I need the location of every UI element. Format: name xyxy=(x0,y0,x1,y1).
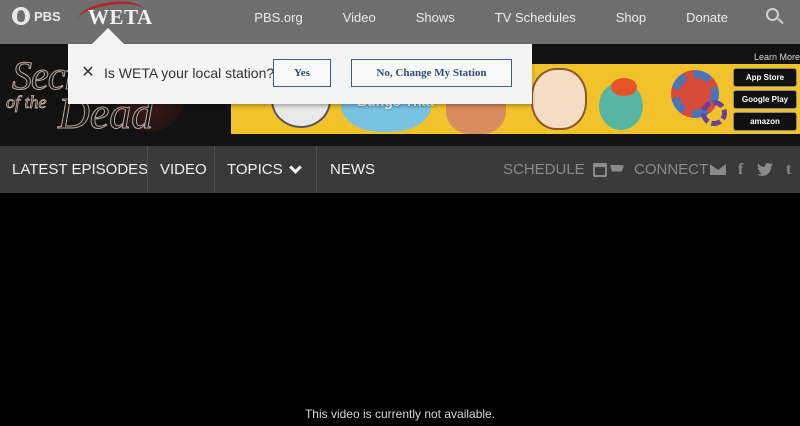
change-station-button[interactable]: No, Change My Station xyxy=(351,59,512,87)
weta-logo[interactable]: WETA xyxy=(88,5,153,30)
nav-topics-label: TOPICS xyxy=(227,161,283,178)
shop-cart-link[interactable] xyxy=(610,146,624,193)
amazon-badge[interactable]: amazon xyxy=(733,112,797,131)
pbs-logo[interactable]: PBS xyxy=(12,7,61,25)
nav-shows[interactable]: Shows xyxy=(396,10,475,25)
local-station-prompt: ✕ Is WETA your local station? Yes No, Ch… xyxy=(68,44,532,104)
nav-donate[interactable]: Donate xyxy=(666,10,748,25)
nav-news[interactable]: NEWS xyxy=(330,146,375,193)
email-link[interactable] xyxy=(710,146,726,193)
chevron-down-icon xyxy=(288,160,302,174)
schedule-label: SCHEDULE xyxy=(503,161,585,178)
station-question: Is WETA your local station? xyxy=(104,65,275,81)
close-icon[interactable]: ✕ xyxy=(80,64,96,82)
nav-pbs-org[interactable]: PBS.org xyxy=(234,10,322,25)
tumblr-icon: t xyxy=(786,160,792,178)
global-nav: PBS.org Video Shows TV Schedules Shop Do… xyxy=(234,0,748,34)
nav-topics[interactable]: TOPICS xyxy=(227,146,302,193)
video-player[interactable]: This video is currently not available. xyxy=(0,193,800,426)
nav-show-video[interactable]: VIDEO xyxy=(160,146,207,193)
show-nav: LATEST EPISODES VIDEO TOPICS NEWS SCHEDU… xyxy=(0,146,800,193)
ad-gear-icon xyxy=(701,100,727,126)
facebook-link[interactable]: f xyxy=(738,146,743,193)
nav-divider xyxy=(147,146,148,193)
mail-icon xyxy=(710,164,726,175)
search-icon[interactable] xyxy=(764,6,786,28)
app-store-badge[interactable]: App Store xyxy=(733,68,797,87)
tumblr-link[interactable]: t xyxy=(786,146,791,193)
facebook-icon: f xyxy=(738,160,744,178)
cart-icon xyxy=(610,164,624,172)
video-unavailable-message: This video is currently not available. xyxy=(304,407,496,421)
twitter-link[interactable] xyxy=(757,146,773,193)
google-play-badge[interactable]: Google Play xyxy=(733,90,797,109)
schedule-link[interactable]: SCHEDULE xyxy=(503,146,607,193)
twitter-icon xyxy=(757,163,773,176)
ad-learn-more-link[interactable]: Learn More xyxy=(754,52,800,62)
page: PBS WETA PBS.org Video Shows TV Schedule… xyxy=(0,0,800,426)
connect-label: CONNECT xyxy=(634,161,709,178)
pbs-logo-text: PBS xyxy=(34,8,61,24)
nav-divider xyxy=(214,146,215,193)
nav-shop[interactable]: Shop xyxy=(596,10,666,25)
nav-divider xyxy=(316,146,317,193)
nav-latest-episodes[interactable]: LATEST EPISODES xyxy=(12,146,148,193)
ad-fish-illustration xyxy=(611,78,637,96)
yes-button[interactable]: Yes xyxy=(273,59,331,87)
ad-character-illustration xyxy=(531,68,587,130)
app-store-badges: App Store Google Play amazon xyxy=(733,68,797,131)
nav-tv-schedules[interactable]: TV Schedules xyxy=(475,10,596,25)
popup-pointer xyxy=(92,28,124,44)
calendar-icon xyxy=(592,162,607,177)
pbs-head-icon xyxy=(12,7,30,25)
nav-video[interactable]: Video xyxy=(323,10,396,25)
show-logo-line2: of the xyxy=(6,92,47,113)
